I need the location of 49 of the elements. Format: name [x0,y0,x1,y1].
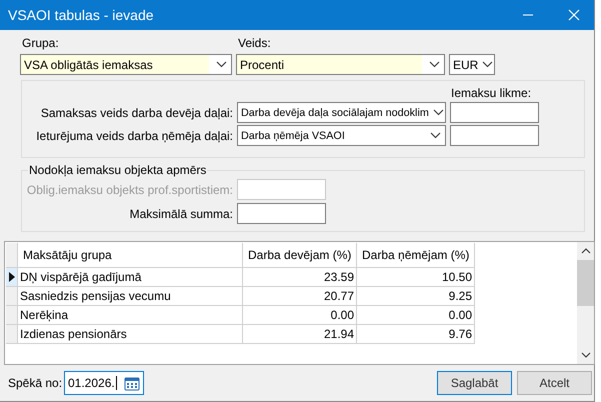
field-label: Ieturējuma veids darba ņēmēja daļai: [35,128,233,142]
table-cell: 10.50 [357,268,475,286]
scrollbar[interactable] [577,242,594,364]
input-field[interactable] [450,125,539,146]
field-label: Grupa: [21,36,60,50]
field-label: Veids: [237,36,272,50]
chevron-icon [430,132,441,139]
dialog-button[interactable]: Saglabāt [437,371,512,395]
table-cell: 9.76 [357,325,475,343]
field-label: Spēkā no: [8,376,64,390]
window-title: VSAOI tabulas - ievade [8,7,154,23]
column-header[interactable]: Darba devējam (%) [243,243,357,267]
chevron-icon [482,61,494,68]
date-field[interactable]: 01.2026. [64,371,144,395]
column-header[interactable]: Maksātāju grupa [18,243,243,267]
table-cell: 20.77 [243,287,357,305]
field-label: Maksimālā summa: [128,206,233,220]
field-label: Samaksas veids darba devēja daļai: [40,106,233,120]
dropdown[interactable]: Darba devēja daļa sociālajam nodoklim [237,102,446,123]
row-pointer-icon [8,272,14,282]
dropdown[interactable]: Darba ņēmēja VSAOI [237,125,446,146]
group-title: Nodokļa iemaksu objekta apmērs [28,163,208,177]
table-cell: Nerēķina [18,306,243,324]
table-cell: Izdienas pensionārs [18,325,243,343]
table-cell: Sasniedzis pensijas vecumu [18,287,243,305]
field-label: Oblig.iemaksu objekts prof.sportistiem: [26,182,233,196]
chevron-icon [429,61,440,68]
column-header[interactable]: Darba ņēmējam (%) [357,243,475,267]
input-field[interactable] [450,102,539,123]
dropdown[interactable]: VSA obligātās iemaksas [20,54,232,75]
chevron-icon [216,61,227,68]
chevron-icon [432,109,444,116]
table-cell: 23.59 [243,268,357,286]
dropdown[interactable]: Procenti [236,54,445,75]
scroll-down-icon[interactable] [580,352,590,358]
column-label: Iemaksu likme: [451,86,532,102]
close-icon[interactable] [568,9,580,21]
calendar-icon[interactable] [124,376,140,390]
scroll-up-icon[interactable] [580,248,590,254]
dialog-button[interactable]: Atcelt [517,371,592,395]
dropdown[interactable]: EUR [449,54,495,75]
table-cell: 0.00 [357,306,475,324]
table-cell: 0.00 [243,306,357,324]
scroll-thumb[interactable] [577,260,594,306]
table-cell: DŅ vispārējā gadījumā [18,268,243,286]
row-indicator[interactable] [6,268,18,286]
table-cell: 9.25 [357,287,475,305]
input-field[interactable] [237,203,326,224]
table-cell: 21.94 [243,325,357,343]
